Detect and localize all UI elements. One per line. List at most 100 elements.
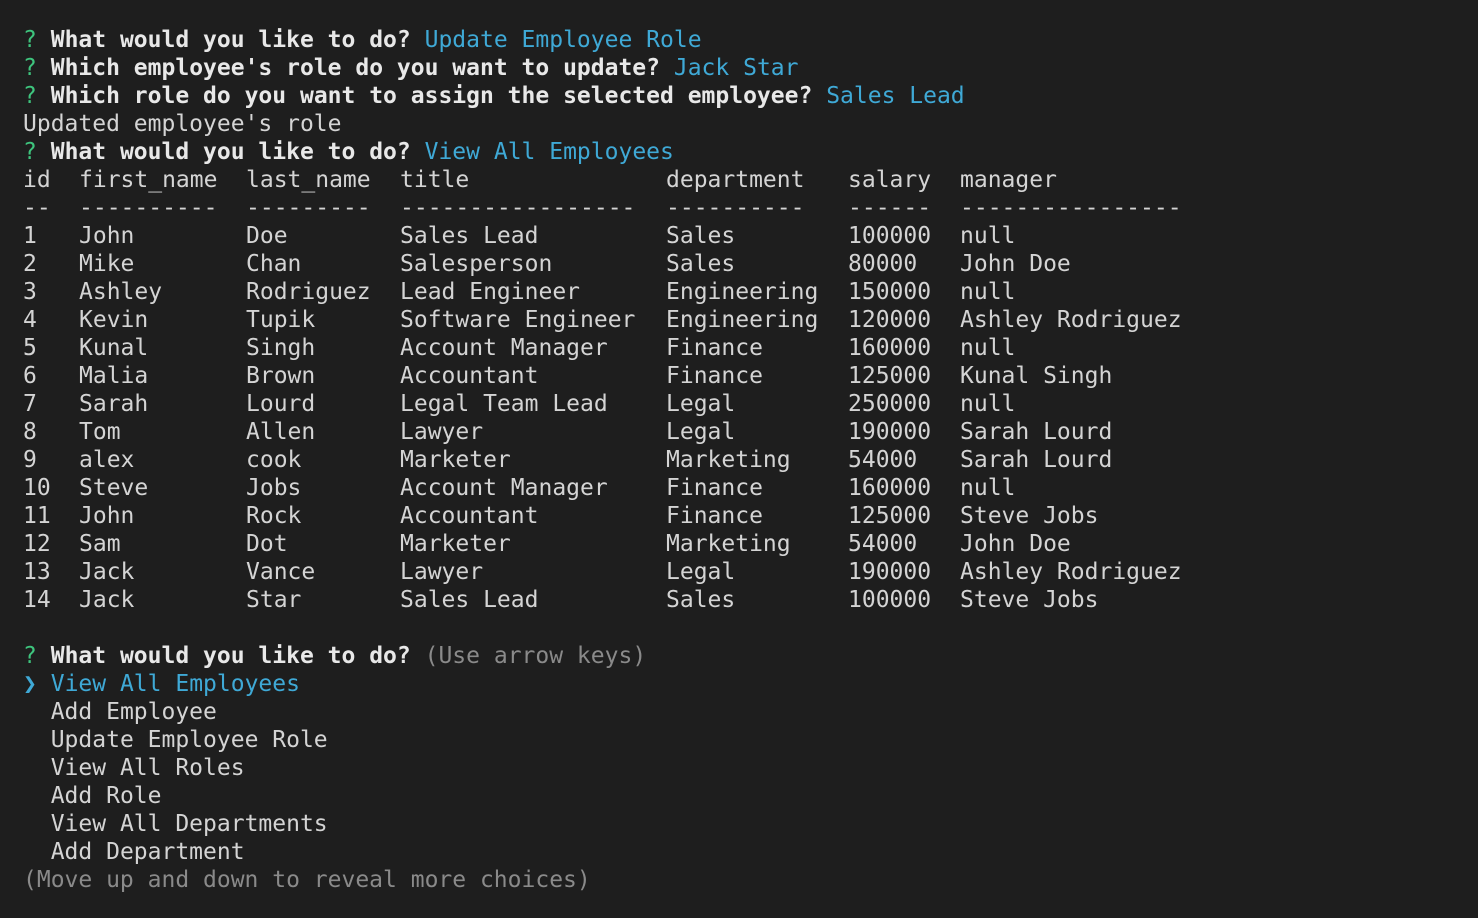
cell-salary: 80000 xyxy=(848,251,918,277)
cell-salary: 54000 xyxy=(848,531,918,557)
cell-title: Legal Team Lead xyxy=(400,391,608,417)
cell-title: Sales Lead xyxy=(400,587,539,613)
cell-first-name: Steve xyxy=(79,475,149,501)
cell-manager: null xyxy=(960,223,1016,249)
cell-salary: 250000 xyxy=(848,391,932,417)
cell-department: Marketing xyxy=(666,447,791,473)
menu-option-add-role[interactable]: Add Role xyxy=(23,782,1478,810)
cell-last-name: Jobs xyxy=(246,475,302,501)
cell-title: Marketer xyxy=(400,447,511,473)
terminal-window[interactable]: ? What would you like to do? Update Empl… xyxy=(0,0,1478,918)
cell-first-name: Ashley xyxy=(79,279,163,305)
cell-first-name: John xyxy=(79,503,135,529)
prompt-line-employee: ? Which employee's role do you want to u… xyxy=(23,54,1478,82)
cell-last-name: Chan xyxy=(246,251,302,277)
cell-title: Account Manager xyxy=(400,335,608,361)
menu-option-label: View All Departments xyxy=(50,811,328,837)
cell-manager: null xyxy=(960,475,1016,501)
cell-title: Sales Lead xyxy=(400,223,539,249)
cell-id: 8 xyxy=(23,419,37,445)
cell-last-name: Tupik xyxy=(246,307,316,333)
cell-salary: 54000 xyxy=(848,447,918,473)
menu-option-label: View All Roles xyxy=(50,755,245,781)
cell-last-name: Singh xyxy=(246,335,316,361)
cell-salary: 100000 xyxy=(848,223,932,249)
cell-manager: Sarah Lourd xyxy=(960,447,1113,473)
cell-first-name: Jack xyxy=(79,587,135,613)
pointer-icon: ❯ xyxy=(23,671,37,697)
question-mark: ? xyxy=(23,55,37,81)
cell-title: Software Engineer xyxy=(400,307,636,333)
table-row: 8 Tom Allen Lawyer Legal 190000 Sarah Lourd xyxy=(23,418,1478,446)
cell-manager: Steve Jobs xyxy=(960,587,1099,613)
menu-option-label: Add Employee xyxy=(50,699,217,725)
cell-id: 4 xyxy=(23,307,37,333)
prompt-question: Which employee's role do you want to upd… xyxy=(50,55,660,81)
cell-last-name: Rodriguez xyxy=(246,279,371,305)
cell-first-name: Tom xyxy=(79,419,121,445)
cell-first-name: Mike xyxy=(79,251,135,277)
cell-department: Finance xyxy=(666,503,763,529)
arrow-keys-hint: (Use arrow keys) xyxy=(424,643,647,669)
cell-department: Sales xyxy=(666,223,736,249)
table-header-row: id first_name last_name title department… xyxy=(23,166,1478,194)
cell-salary: 125000 xyxy=(848,503,932,529)
cell-manager: Ashley Rodriguez xyxy=(960,307,1182,333)
prompt-line-role: ? Which role do you want to assign the s… xyxy=(23,82,1478,110)
separator-title: ----------------- xyxy=(400,195,636,221)
prompt-answer: View All Employees xyxy=(424,139,674,165)
cell-first-name: Jack xyxy=(79,559,135,585)
menu-option-view-all-roles[interactable]: View All Roles xyxy=(23,754,1478,782)
question-mark: ? xyxy=(23,27,37,53)
prompt-question: Which role do you want to assign the sel… xyxy=(50,83,813,109)
menu-prompt-line: ? What would you like to do? (Use arrow … xyxy=(23,642,1478,670)
table-body: 1 John Doe Sales Lead Sales 100000 null 2 Mike Ch… xyxy=(23,222,1478,614)
cell-id: 7 xyxy=(23,391,37,417)
more-choices-hint: (Move up and down to reveal more choices… xyxy=(23,867,591,893)
cell-last-name: Brown xyxy=(246,363,316,389)
menu-option-add-employee[interactable]: Add Employee xyxy=(23,698,1478,726)
cell-manager: Steve Jobs xyxy=(960,503,1099,529)
cell-department: Sales xyxy=(666,587,736,613)
table-row: 10 Steve Jobs Account Manager Finance 160000 n… xyxy=(23,474,1478,502)
menu-option-update-employee-role[interactable]: Update Employee Role xyxy=(23,726,1478,754)
cell-last-name: Lourd xyxy=(246,391,316,417)
table-row: 7 Sarah Lourd Legal Team Lead Legal 250000 nul… xyxy=(23,390,1478,418)
cell-title: Lawyer xyxy=(400,559,484,585)
cell-salary: 160000 xyxy=(848,475,932,501)
menu-option-label: Update Employee Role xyxy=(50,727,328,753)
cell-manager: null xyxy=(960,279,1016,305)
menu-option-add-department[interactable]: Add Department xyxy=(23,838,1478,866)
menu-option-view-all-employees[interactable]: ❯ View All Employees xyxy=(23,670,1478,698)
prompt-answer: Sales Lead xyxy=(826,83,965,109)
table-separator-row: -- ---------- --------- ----------------… xyxy=(23,194,1478,222)
separator-salary: ------ xyxy=(848,195,932,221)
cell-department: Finance xyxy=(666,475,763,501)
table-row: 4 Kevin Tupik Software Engineer Engineering 1… xyxy=(23,306,1478,334)
separator-last-name: --------- xyxy=(246,195,371,221)
cell-title: Salesperson xyxy=(400,251,553,277)
cell-manager: John Doe xyxy=(960,251,1071,277)
table-row: 2 Mike Chan Salesperson Sales 80000 John Doe xyxy=(23,250,1478,278)
cell-id: 9 xyxy=(23,447,37,473)
cell-manager: null xyxy=(960,391,1016,417)
prompt-question: What would you like to do? xyxy=(50,643,411,669)
table-row: 13 Jack Vance Lawyer Legal 190000 Ashley Rodri… xyxy=(23,558,1478,586)
menu-option-view-all-departments[interactable]: View All Departments xyxy=(23,810,1478,838)
employees-table: id first_name last_name title department… xyxy=(23,166,1478,614)
prompt-answer: Update Employee Role xyxy=(424,27,702,53)
cell-salary: 120000 xyxy=(848,307,932,333)
table-row: 3 Ashley Rodriguez Lead Engineer Engineering… xyxy=(23,278,1478,306)
header-first-name: first_name xyxy=(79,167,218,193)
header-title: title xyxy=(400,167,470,193)
cell-title: Accountant xyxy=(400,503,539,529)
table-row: 5 Kunal Singh Account Manager Finance 160000 n… xyxy=(23,334,1478,362)
separator-first-name: ---------- xyxy=(79,195,218,221)
cell-salary: 160000 xyxy=(848,335,932,361)
cell-department: Marketing xyxy=(666,531,791,557)
cell-first-name: Kunal xyxy=(79,335,149,361)
cell-last-name: Star xyxy=(246,587,302,613)
prompt-line-action: ? What would you like to do? Update Empl… xyxy=(23,26,1478,54)
table-row: 9 alex cook Marketer Marketing 54000 Sarah Lou… xyxy=(23,446,1478,474)
